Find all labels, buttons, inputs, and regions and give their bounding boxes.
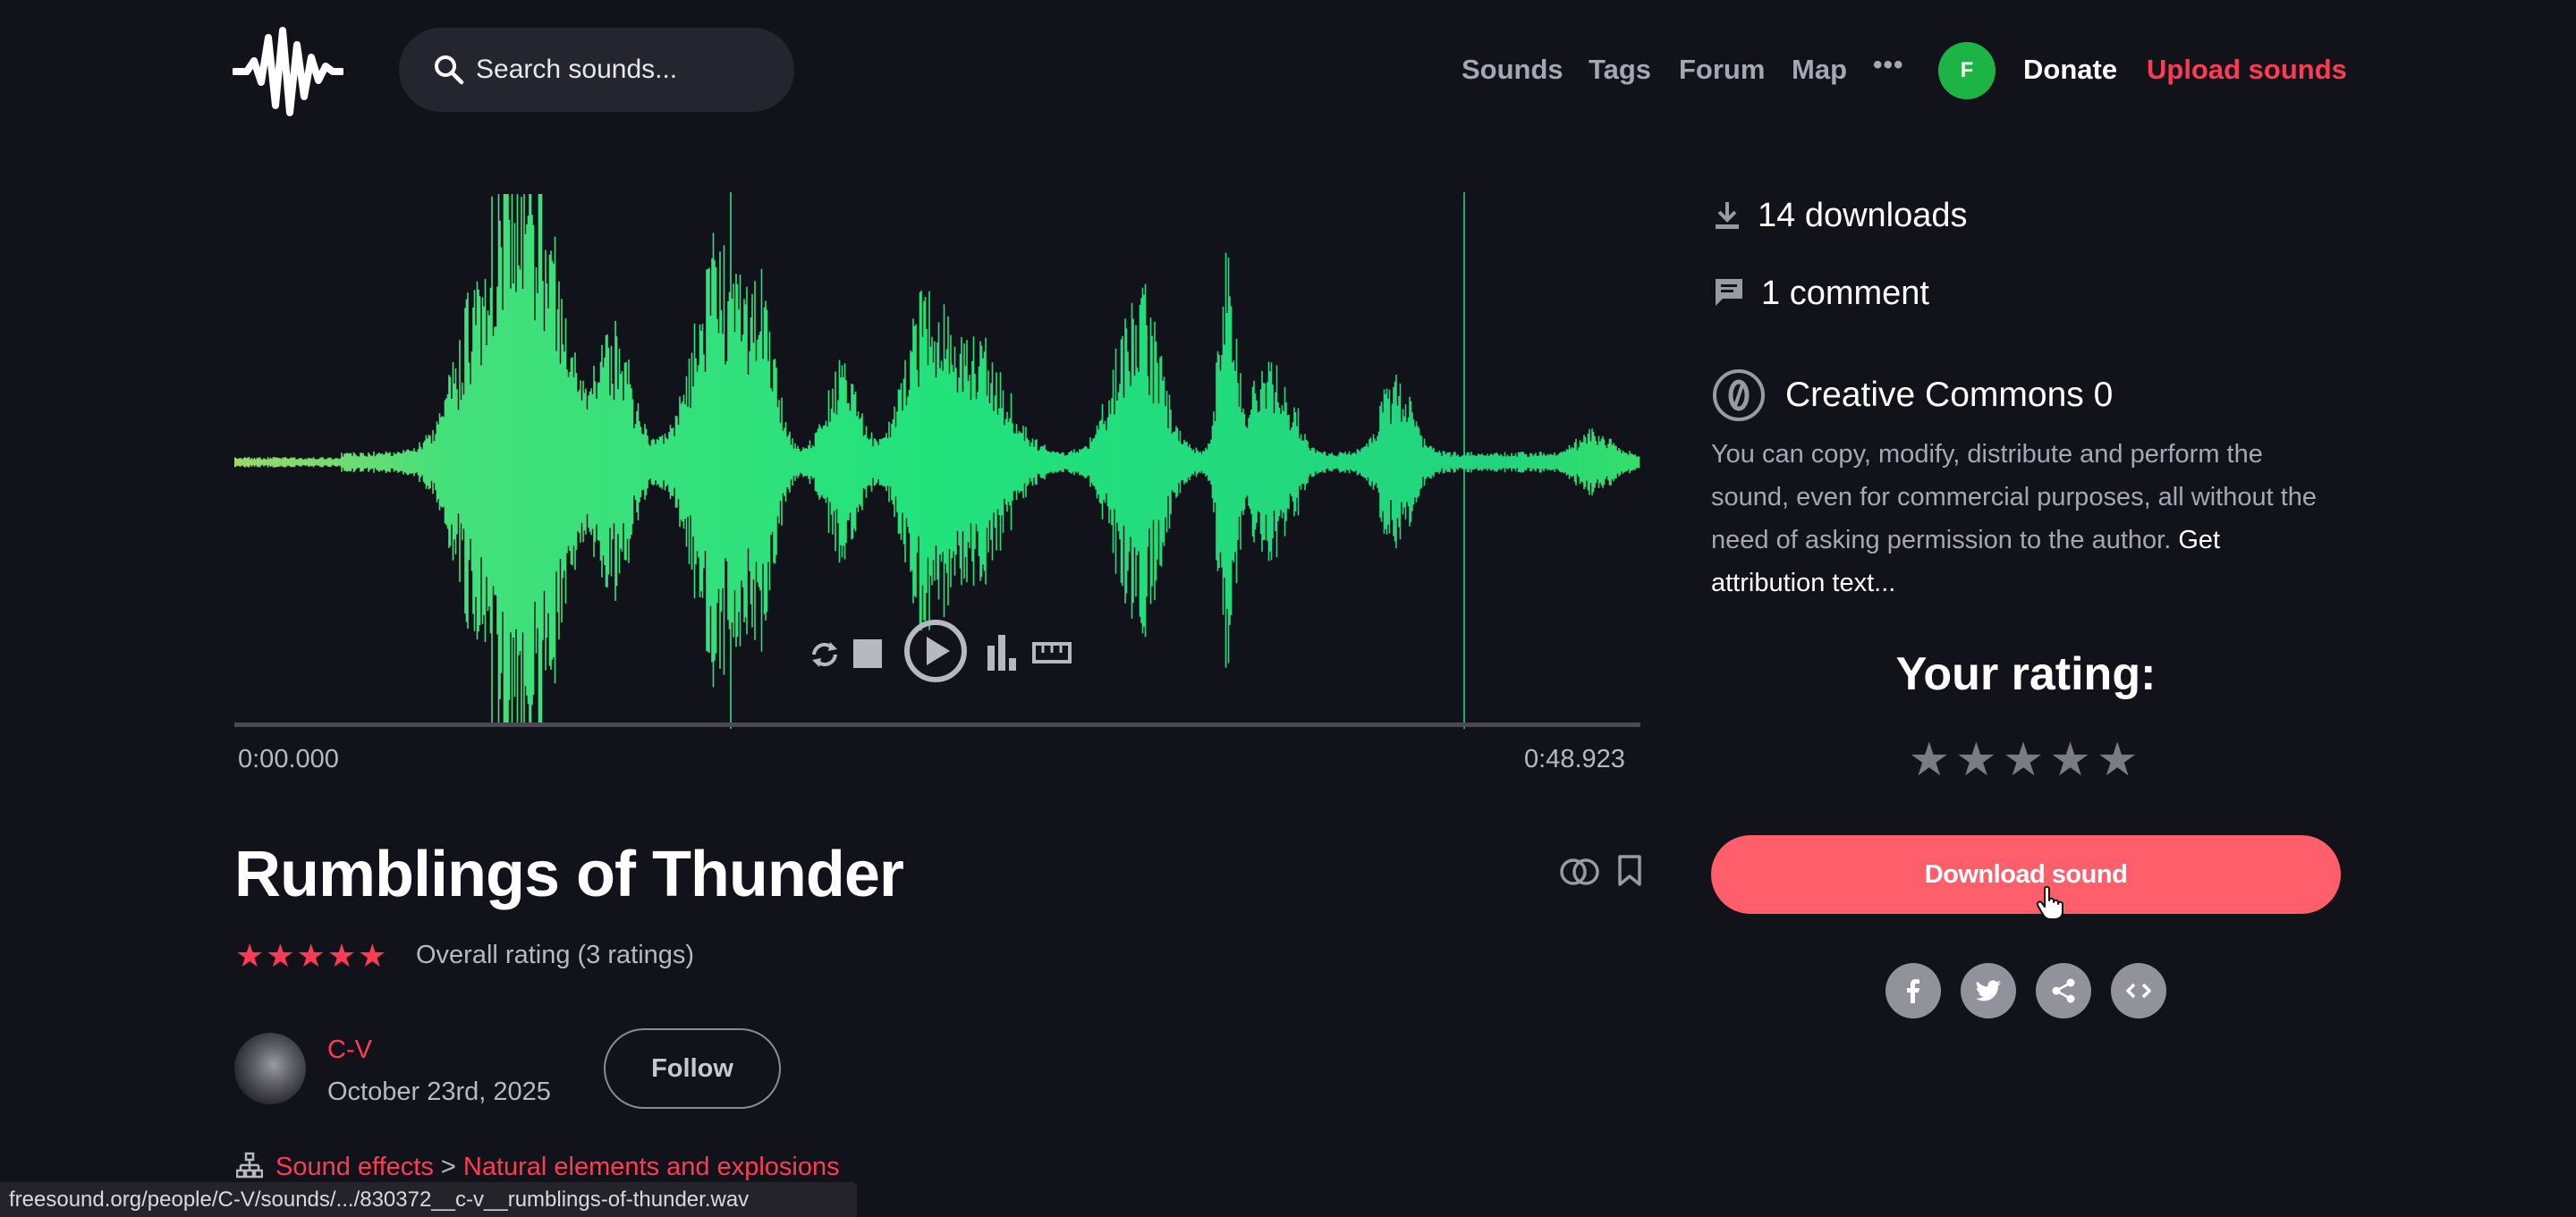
sound-title: Rumblings of Thunder: [234, 839, 904, 910]
share-facebook-button[interactable]: [1885, 963, 1941, 1018]
spectrogram-icon[interactable]: [987, 635, 1016, 671]
license-title: Creative Commons 0: [1785, 376, 2114, 414]
similar-sounds-icon[interactable]: [1559, 856, 1600, 888]
nav-sounds[interactable]: Sounds: [1462, 54, 1563, 86]
current-time: 0:00.000: [238, 745, 339, 773]
loop-icon[interactable]: [812, 642, 837, 667]
overall-rating-text: Overall rating (3 ratings): [416, 941, 695, 969]
category-breadcrumb: Sound effects > Natural elements and exp…: [275, 1153, 840, 1182]
cc0-license-icon: [1713, 369, 1765, 421]
ruler-icon[interactable]: [1032, 642, 1072, 663]
rate-sound-stars[interactable]: ★★★★★: [1711, 733, 2341, 787]
uploader-username[interactable]: C-V: [327, 1035, 372, 1065]
nav-forum[interactable]: Forum: [1679, 54, 1765, 86]
comment-icon: [1716, 279, 1742, 306]
twitter-icon: [1976, 980, 2001, 1001]
share-twitter-button[interactable]: [1961, 963, 2016, 1018]
play-icon[interactable]: [904, 620, 967, 682]
your-rating-heading: Your rating:: [1895, 648, 2157, 700]
follow-button[interactable]: Follow: [604, 1028, 781, 1109]
user-avatar-button[interactable]: F: [1938, 42, 1996, 99]
share-link-button[interactable]: [2036, 963, 2091, 1018]
nav-map[interactable]: Map: [1792, 54, 1847, 86]
bookmark-icon[interactable]: [1617, 854, 1642, 888]
hand-cursor-icon: [2036, 885, 2063, 920]
playback-progress-bar[interactable]: [234, 723, 1640, 727]
upload-date: October 23rd, 2025: [327, 1078, 551, 1106]
category-separator: >: [440, 1153, 456, 1181]
nav-tags[interactable]: Tags: [1589, 54, 1651, 86]
category-tree-icon: [236, 1152, 263, 1179]
license-description: You can copy, modify, distribute and per…: [1711, 433, 2337, 604]
search-placeholder: Search sounds...: [476, 55, 678, 84]
freesound-logo-icon[interactable]: [233, 25, 343, 118]
share-icon: [2052, 978, 2075, 1003]
download-sound-button[interactable]: Download sound: [1711, 835, 2341, 914]
player-controls: [812, 620, 1072, 682]
overall-rating-stars: ★★★★★: [235, 937, 389, 974]
status-bar-url: freesound.org/people/C-V/sounds/.../8303…: [9, 1187, 750, 1212]
embed-code-icon: [2126, 983, 2151, 999]
stop-icon[interactable]: [853, 639, 882, 668]
duration-time: 0:48.923: [1524, 745, 1625, 773]
license-body: You can copy, modify, distribute and per…: [1711, 440, 2318, 554]
search-input[interactable]: Search sounds...: [399, 28, 794, 112]
category-link[interactable]: Sound effects: [275, 1153, 434, 1181]
uploader-avatar[interactable]: [234, 1033, 306, 1104]
upload-sounds-link[interactable]: Upload sounds: [2147, 54, 2347, 86]
comments-count[interactable]: 1 comment: [1761, 275, 1929, 313]
download-count-icon: [1716, 202, 1739, 229]
search-icon: [435, 55, 464, 85]
downloads-count[interactable]: 14 downloads: [1758, 197, 1968, 235]
more-menu-icon[interactable]: •••: [1873, 50, 1904, 80]
subcategory-link[interactable]: Natural elements and explosions: [463, 1153, 840, 1181]
embed-button[interactable]: [2111, 963, 2166, 1018]
donate-link[interactable]: Donate: [2023, 54, 2117, 86]
facebook-icon: [1907, 979, 1919, 1003]
